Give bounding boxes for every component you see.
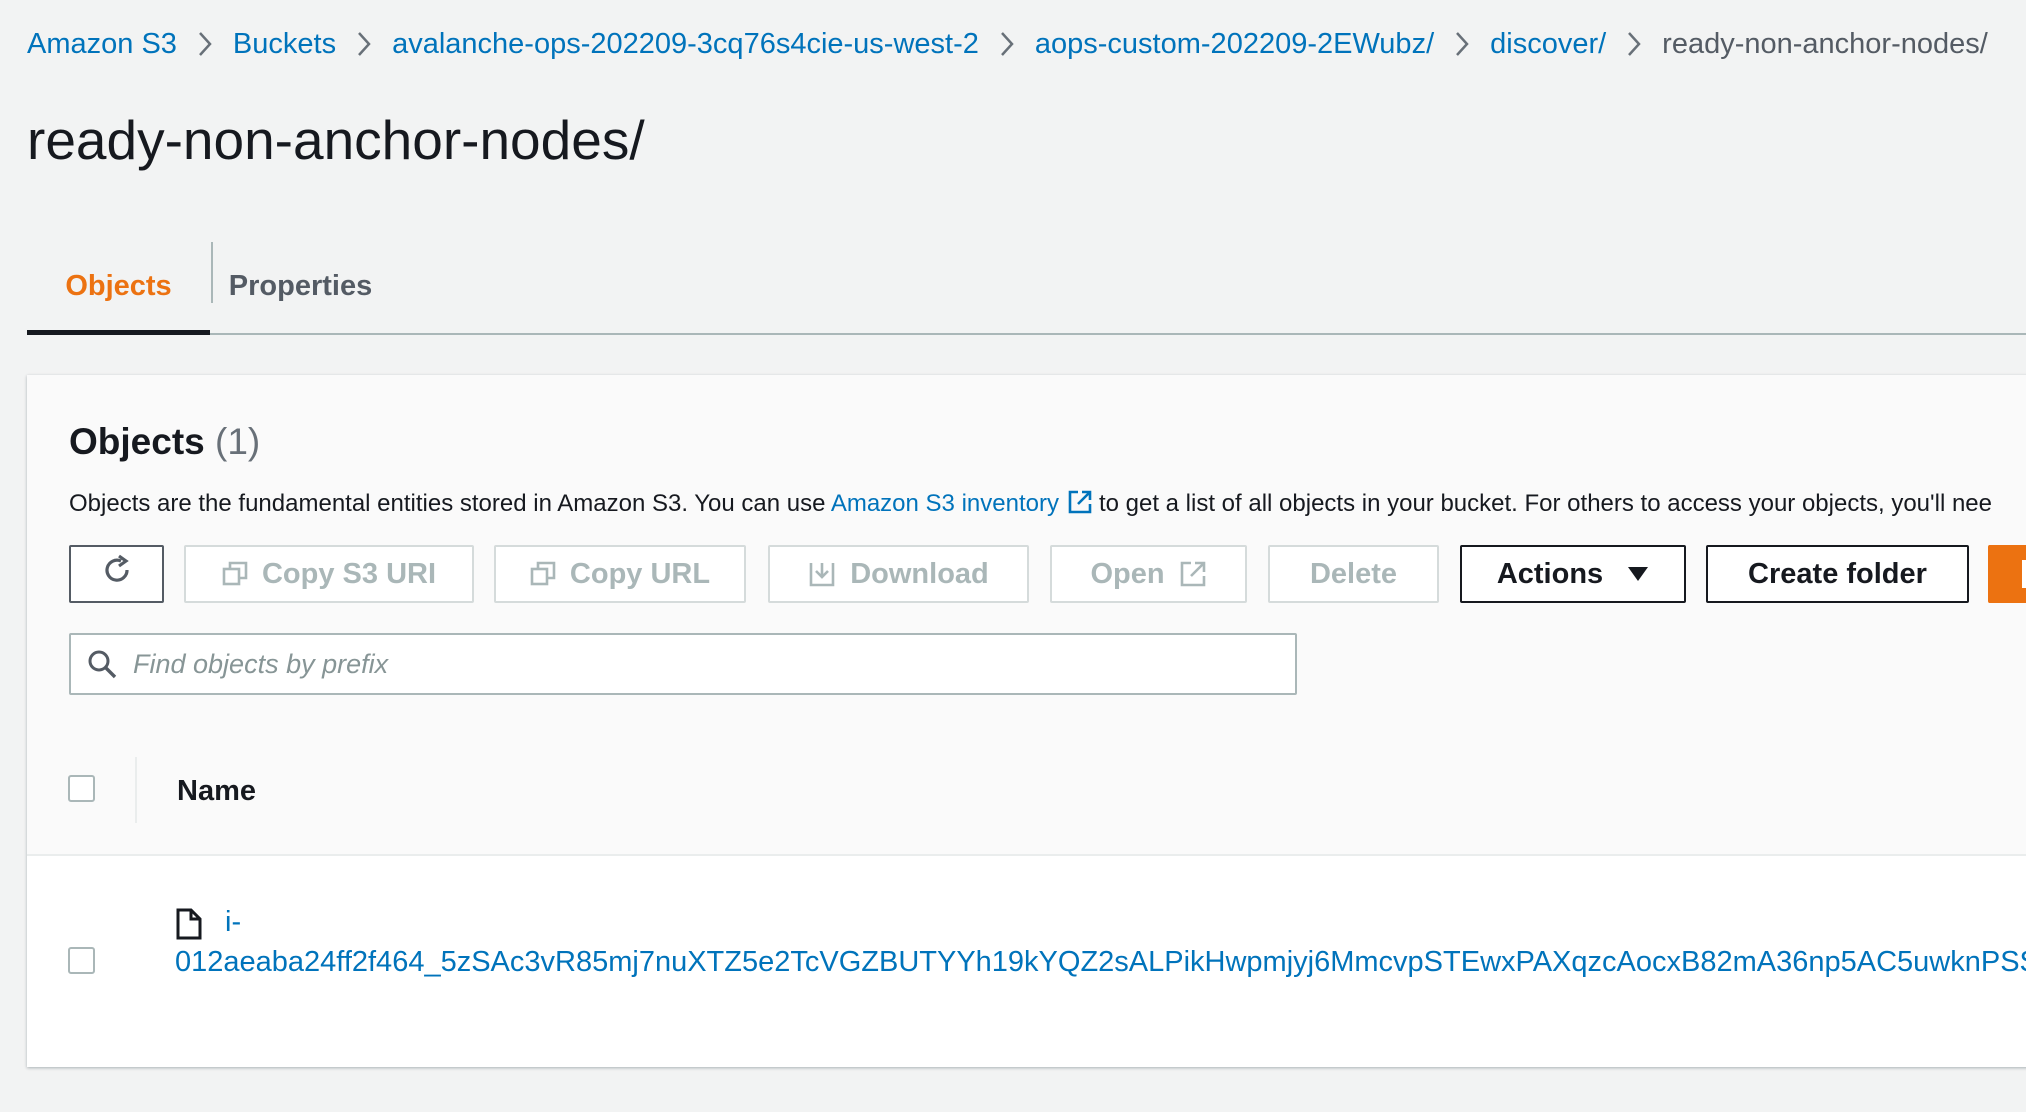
tab-objects[interactable]: Objects bbox=[27, 240, 210, 333]
active-tab-indicator bbox=[27, 330, 210, 335]
copy-url-button[interactable]: Copy URL bbox=[494, 545, 746, 603]
copy-icon bbox=[222, 561, 248, 587]
page-title: ready-non-anchor-nodes/ bbox=[27, 109, 645, 171]
external-link-icon bbox=[1179, 560, 1207, 588]
breadcrumb-buckets[interactable]: Buckets bbox=[233, 28, 336, 61]
table-row: i- 012aeaba24ff2f464_5zSAc3vR85mj7nuXTZ5… bbox=[27, 856, 2026, 1066]
open-label: Open bbox=[1090, 557, 1165, 590]
breadcrumb-prefix-discover[interactable]: discover/ bbox=[1490, 28, 1606, 61]
table-header: Name bbox=[27, 727, 2026, 856]
search-box bbox=[69, 633, 1297, 695]
object-name-link[interactable]: i- 012aeaba24ff2f464_5zSAc3vR85mj7nuXTZ5… bbox=[175, 902, 2026, 982]
download-icon bbox=[808, 560, 836, 588]
download-button[interactable]: Download bbox=[768, 545, 1029, 603]
tab-bar: Objects Properties bbox=[27, 240, 2026, 335]
objects-panel-header: Objects (1) Objects are the fundamental … bbox=[27, 375, 2026, 728]
object-name-line2: 012aeaba24ff2f464_5zSAc3vR85mj7nuXTZ5e2T… bbox=[175, 946, 2026, 978]
refresh-button[interactable] bbox=[69, 545, 164, 603]
objects-count: (1) bbox=[215, 421, 261, 462]
objects-heading: Objects (1) bbox=[69, 421, 260, 463]
breadcrumb-current: ready-non-anchor-nodes/ bbox=[1662, 27, 1988, 60]
download-label: Download bbox=[850, 557, 989, 590]
select-all-checkbox[interactable] bbox=[68, 775, 95, 802]
breadcrumb: Amazon S3 Buckets avalanche-ops-202209-3… bbox=[27, 26, 1988, 62]
objects-panel: Objects (1) Objects are the fundamental … bbox=[27, 375, 2026, 1067]
caret-down-icon bbox=[1627, 566, 1649, 582]
column-header-name[interactable]: Name bbox=[177, 775, 256, 808]
copy-s3-uri-label: Copy S3 URI bbox=[261, 557, 437, 590]
copy-url-label: Copy URL bbox=[569, 557, 711, 590]
upload-button[interactable] bbox=[1988, 545, 2026, 603]
chevron-right-icon bbox=[177, 31, 233, 57]
upload-icon bbox=[2021, 560, 2026, 588]
search-icon bbox=[87, 649, 117, 679]
column-divider bbox=[135, 757, 137, 823]
delete-button[interactable]: Delete bbox=[1268, 545, 1439, 603]
chevron-right-icon bbox=[979, 31, 1035, 57]
inventory-link[interactable]: Amazon S3 inventory bbox=[831, 490, 1059, 517]
refresh-icon bbox=[100, 553, 134, 595]
objects-description: Objects are the fundamental entities sto… bbox=[69, 489, 1992, 522]
external-link-icon[interactable] bbox=[1067, 489, 1093, 522]
actions-dropdown[interactable]: Actions bbox=[1460, 545, 1686, 603]
description-text: Objects are the fundamental entities sto… bbox=[69, 490, 826, 517]
copy-icon bbox=[530, 561, 556, 587]
breadcrumb-bucket[interactable]: avalanche-ops-202209-3cq76s4cie-us-west-… bbox=[392, 28, 979, 61]
objects-heading-label: Objects bbox=[69, 421, 205, 462]
breadcrumb-amazon-s3[interactable]: Amazon S3 bbox=[27, 28, 177, 61]
search-input[interactable] bbox=[131, 647, 1235, 681]
actions-label: Actions bbox=[1496, 557, 1604, 590]
open-button[interactable]: Open bbox=[1050, 545, 1247, 603]
chevron-right-icon bbox=[1434, 31, 1490, 57]
object-name-line1: i- bbox=[225, 906, 242, 938]
create-folder-label: Create folder bbox=[1748, 557, 1927, 590]
breadcrumb-prefix-aops[interactable]: aops-custom-202209-2EWubz/ bbox=[1035, 28, 1434, 61]
description-text-continued: to get a list of all objects in your buc… bbox=[1098, 490, 1992, 517]
tab-properties[interactable]: Properties bbox=[213, 240, 388, 333]
chevron-right-icon bbox=[336, 31, 392, 57]
copy-s3-uri-button[interactable]: Copy S3 URI bbox=[184, 545, 474, 603]
create-folder-button[interactable]: Create folder bbox=[1706, 545, 1969, 603]
row-checkbox[interactable] bbox=[68, 947, 95, 974]
delete-label: Delete bbox=[1309, 557, 1398, 590]
chevron-right-icon bbox=[1606, 31, 1662, 57]
